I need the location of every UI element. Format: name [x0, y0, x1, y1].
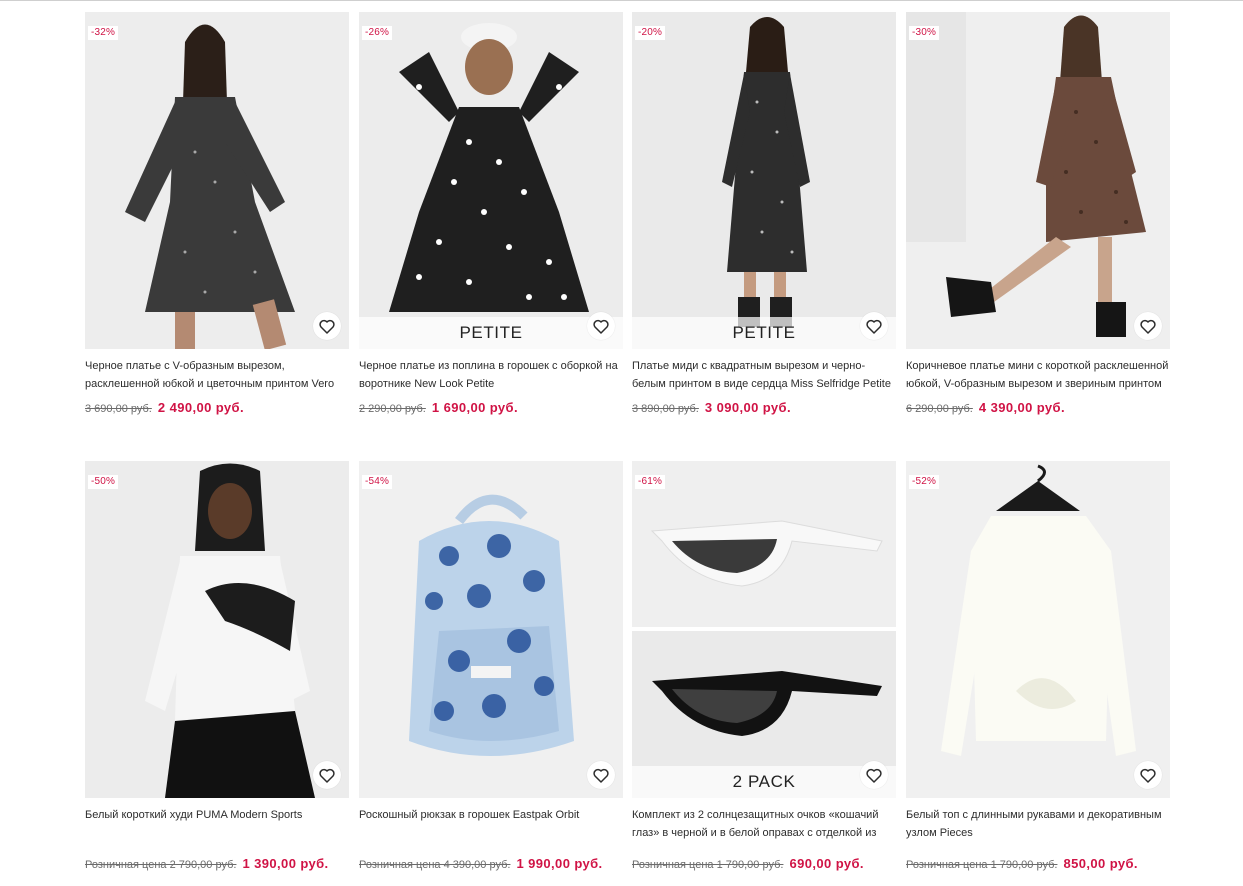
sale-price: 3 090,00 руб.	[704, 400, 791, 415]
product-title[interactable]: Роскошный рюкзак в горошек Eastpak Orbit	[359, 806, 623, 842]
product-title[interactable]: Белый топ с длинными рукавами и декорати…	[906, 806, 1170, 842]
top-divider	[0, 0, 1243, 1]
product-image[interactable]: PETITE -26%	[359, 12, 623, 349]
heart-outline-icon	[319, 319, 335, 334]
product-image[interactable]: 2 PACK -61%	[632, 461, 896, 798]
heart-outline-icon	[1140, 319, 1156, 334]
image-divider	[632, 627, 896, 631]
wishlist-button[interactable]	[313, 761, 341, 789]
discount-badge: -54%	[362, 475, 393, 489]
product-title[interactable]: Платье миди с квадратным вырезом и черно…	[632, 357, 896, 393]
product-image[interactable]: -54%	[359, 461, 623, 798]
discount-badge: -32%	[88, 26, 119, 40]
product-card[interactable]: -30% Коричневое платье мини с короткой р…	[906, 12, 1170, 417]
product-title[interactable]: Белый короткий худи PUMA Modern Sports	[85, 806, 349, 842]
wishlist-button[interactable]	[860, 761, 888, 789]
dress-photo	[632, 12, 896, 349]
price-row: 3 890,00 руб. 3 090,00 руб.	[632, 400, 896, 417]
petite-label: PETITE	[359, 317, 623, 349]
product-card[interactable]: PETITE -26% Черное платье из поплина в г…	[359, 12, 623, 417]
product-card[interactable]: -50% Белый короткий худи PUMA Modern Spo…	[85, 461, 349, 873]
old-price: Розничная цена 4 390,00 руб.	[359, 859, 511, 871]
wishlist-button[interactable]	[313, 312, 341, 340]
discount-badge: -30%	[909, 26, 940, 40]
product-image[interactable]: -32%	[85, 12, 349, 349]
heart-outline-icon	[1140, 768, 1156, 783]
price-row: Розничная цена 2 790,00 руб. 1 390,00 ру…	[85, 856, 349, 873]
wishlist-button[interactable]	[1134, 761, 1162, 789]
product-image[interactable]: -50%	[85, 461, 349, 798]
heart-outline-icon	[593, 319, 609, 334]
old-price: 2 290,00 руб.	[359, 403, 426, 415]
price-row: 3 690,00 руб. 2 490,00 руб.	[85, 400, 349, 417]
heart-outline-icon	[866, 319, 882, 334]
old-price: 6 290,00 руб.	[906, 403, 973, 415]
wishlist-button[interactable]	[587, 312, 615, 340]
dress-photo	[906, 12, 1170, 349]
product-image[interactable]: -52%	[906, 461, 1170, 798]
sale-price: 4 390,00 руб.	[978, 400, 1065, 415]
petite-label: PETITE	[632, 317, 896, 349]
discount-badge: -20%	[635, 26, 666, 40]
old-price: Розничная цена 1 790,00 руб.	[632, 859, 784, 871]
wishlist-button[interactable]	[587, 761, 615, 789]
top-photo	[906, 461, 1170, 798]
price-row: Розничная цена 1 790,00 руб. 690,00 руб.	[632, 856, 896, 873]
dress-photo	[359, 12, 623, 349]
heart-outline-icon	[593, 768, 609, 783]
product-card[interactable]: -54% Роскошный рюкзак в горошек Eastpak …	[359, 461, 623, 873]
product-title[interactable]: Комплект из 2 солнцезащитных очков «коша…	[632, 806, 896, 842]
old-price: 3 890,00 руб.	[632, 403, 699, 415]
price-row: 6 290,00 руб. 4 390,00 руб.	[906, 400, 1170, 417]
discount-badge: -50%	[88, 475, 119, 489]
old-price: Розничная цена 2 790,00 руб.	[85, 859, 237, 871]
old-price: 3 690,00 руб.	[85, 403, 152, 415]
dress-photo	[85, 12, 349, 349]
sale-price: 1 390,00 руб.	[242, 856, 329, 871]
product-title[interactable]: Черное платье из поплина в горошек с обо…	[359, 357, 623, 393]
product-title[interactable]: Черное платье с V-образным вырезом, раск…	[85, 357, 349, 393]
product-card[interactable]: 2 PACK -61% Комплект из 2 солнцезащитных…	[632, 461, 896, 873]
price-row: Розничная цена 1 790,00 руб. 850,00 руб.	[906, 856, 1170, 873]
heart-outline-icon	[866, 768, 882, 783]
product-card[interactable]: -32% Черное платье с V-образным вырезом,…	[85, 12, 349, 417]
product-title[interactable]: Коричневое платье мини с короткой раскле…	[906, 357, 1170, 393]
sale-price: 1 690,00 руб.	[431, 400, 518, 415]
price-row: Розничная цена 4 390,00 руб. 1 990,00 ру…	[359, 856, 623, 873]
heart-outline-icon	[319, 768, 335, 783]
price-row: 2 290,00 руб. 1 690,00 руб.	[359, 400, 623, 417]
discount-badge: -52%	[909, 475, 940, 489]
wishlist-button[interactable]	[1134, 312, 1162, 340]
wishlist-button[interactable]	[860, 312, 888, 340]
discount-badge: -61%	[635, 475, 666, 489]
discount-badge: -26%	[362, 26, 393, 40]
pack-label: 2 PACK	[632, 766, 896, 798]
sale-price: 690,00 руб.	[789, 856, 864, 871]
product-image[interactable]: PETITE -20%	[632, 12, 896, 349]
product-card[interactable]: -52% Белый топ с длинными рукавами и дек…	[906, 461, 1170, 873]
product-image[interactable]: -30%	[906, 12, 1170, 349]
old-price: Розничная цена 1 790,00 руб.	[906, 859, 1058, 871]
backpack-photo	[359, 461, 623, 798]
sale-price: 1 990,00 руб.	[516, 856, 603, 871]
sale-price: 2 490,00 руб.	[157, 400, 244, 415]
hoodie-photo	[85, 461, 349, 798]
sale-price: 850,00 руб.	[1063, 856, 1138, 871]
product-card[interactable]: PETITE -20% Платье миди с квадратным выр…	[632, 12, 896, 417]
